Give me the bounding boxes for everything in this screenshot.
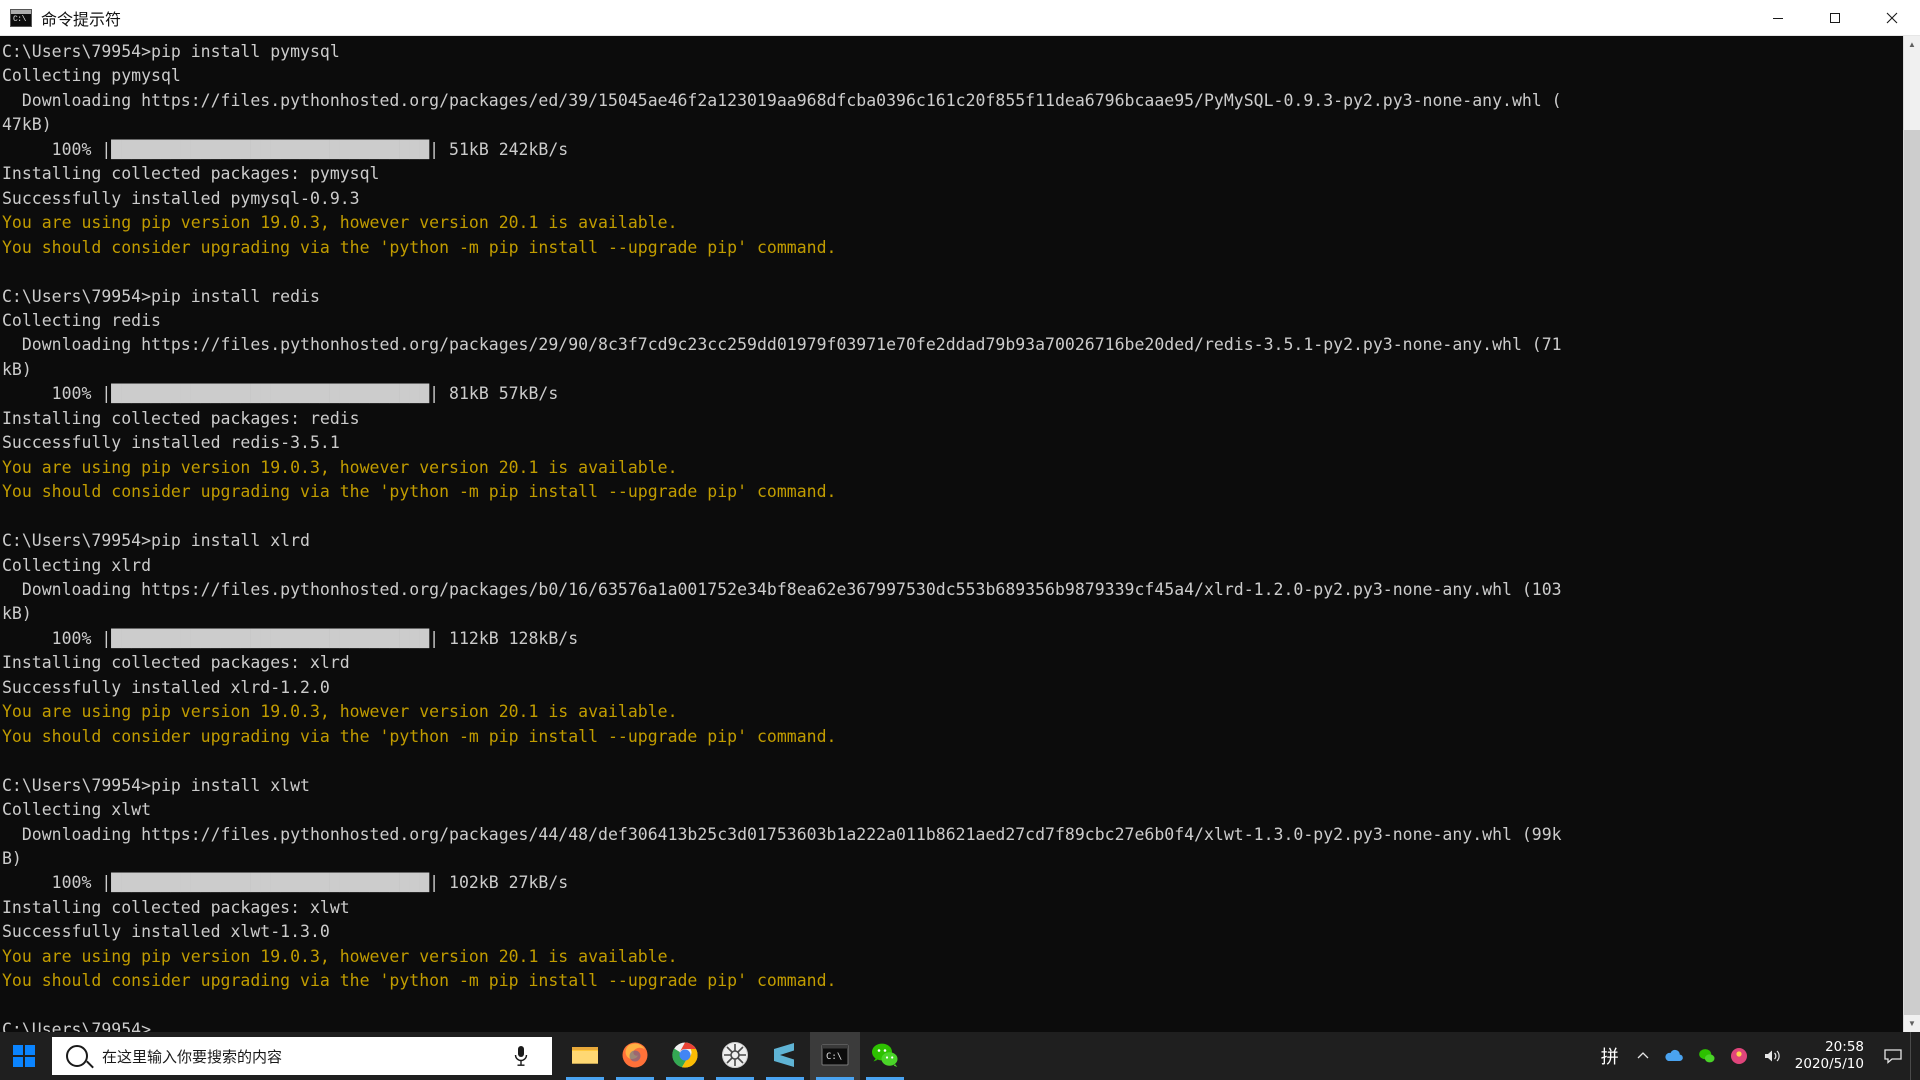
- taskbar-item-firefox[interactable]: [610, 1032, 660, 1080]
- taskbar: 在这里输入你要搜索的内容 C:\ 拼 20:58 2020/5/10: [0, 1032, 1920, 1080]
- search-input[interactable]: 在这里输入你要搜索的内容: [102, 1046, 508, 1067]
- firefox-icon: [620, 1040, 650, 1070]
- clock-time: 20:58: [1825, 1039, 1864, 1055]
- scrollbar-thumb[interactable]: [1904, 129, 1920, 1015]
- minimize-button[interactable]: [1749, 0, 1806, 36]
- console-line: Installing collected packages: xlwt: [2, 897, 350, 917]
- taskbar-item-chrome[interactable]: [660, 1032, 710, 1080]
- console-line: Downloading https://files.pythonhosted.o…: [2, 335, 1562, 355]
- console-line: You should consider upgrading via the 'p…: [2, 726, 837, 746]
- search-icon: [66, 1045, 88, 1067]
- show-desktop-button[interactable]: [1910, 1032, 1920, 1080]
- scroll-down-arrow[interactable]: ▼: [1904, 1015, 1920, 1032]
- console-line: Successfully installed redis-3.5.1: [2, 433, 340, 453]
- onedrive-icon[interactable]: [1657, 1032, 1691, 1080]
- console-line: Successfully installed xlwt-1.3.0: [2, 922, 330, 942]
- console-line: Collecting redis: [2, 310, 161, 330]
- console-line: Installing collected packages: redis: [2, 408, 360, 428]
- title-bar[interactable]: C:\ 命令提示符: [0, 0, 1920, 36]
- console-text: C:\Users\79954>pip install pymysql Colle…: [2, 40, 1903, 1032]
- taskbar-item-file-explorer[interactable]: [560, 1032, 610, 1080]
- taskbar-search-box[interactable]: 在这里输入你要搜索的内容: [52, 1037, 552, 1075]
- start-button[interactable]: [0, 1032, 48, 1080]
- system-tray: 拼 20:58 2020/5/10: [1591, 1032, 1920, 1080]
- console-line: Installing collected packages: pymysql: [2, 164, 380, 184]
- svg-text:C:\: C:\: [826, 1052, 842, 1062]
- console-line: kB): [2, 604, 32, 624]
- scrollbar-track[interactable]: [1904, 53, 1920, 1015]
- console-scrollbar[interactable]: ▲ ▼: [1903, 36, 1920, 1032]
- command-prompt-window: C:\ 命令提示符 C:\Users\79954>pip install pym…: [0, 0, 1920, 1080]
- maximize-button[interactable]: [1806, 0, 1863, 36]
- taskbar-pinned-apps: C:\: [560, 1032, 910, 1080]
- scroll-up-arrow[interactable]: ▲: [1904, 36, 1920, 53]
- microphone-icon[interactable]: [508, 1044, 534, 1068]
- ime-indicator[interactable]: 拼: [1591, 1043, 1629, 1069]
- notifications-icon[interactable]: [1876, 1032, 1910, 1080]
- console-line: kB): [2, 359, 32, 379]
- console-line: You are using pip version 19.0.3, howeve…: [2, 946, 678, 966]
- console-line: Installing collected packages: xlrd: [2, 653, 350, 673]
- volume-icon[interactable]: [1755, 1032, 1789, 1080]
- console-line: You should consider upgrading via the 'p…: [2, 482, 837, 502]
- console-line: You should consider upgrading via the 'p…: [2, 971, 837, 991]
- console-line: B): [2, 848, 22, 868]
- taskbar-item-anaconda-navigator[interactable]: [710, 1032, 760, 1080]
- chrome-icon: [670, 1040, 700, 1070]
- taskbar-item-command-prompt[interactable]: C:\: [810, 1032, 860, 1080]
- wechat-tray-icon[interactable]: [1691, 1032, 1723, 1080]
- anaconda-navigator-icon: [720, 1040, 750, 1070]
- taskbar-item-wechat[interactable]: [860, 1032, 910, 1080]
- console-line: 100% |████████████████████████████████| …: [2, 384, 559, 404]
- console-line: C:\Users\79954>pip install redis: [2, 286, 320, 306]
- console-line: Downloading https://files.pythonhosted.o…: [2, 824, 1562, 844]
- taskbar-clock[interactable]: 20:58 2020/5/10: [1789, 1039, 1876, 1073]
- cmd-icon: C:\: [10, 8, 32, 27]
- clock-date: 2020/5/10: [1794, 1056, 1864, 1072]
- console-line: You should consider upgrading via the 'p…: [2, 237, 837, 257]
- console-line: C:\Users\79954>pip install xlrd: [2, 531, 310, 551]
- console-line: Successfully installed pymysql-0.9.3: [2, 188, 360, 208]
- console-line: C:\Users\79954>_: [2, 1020, 161, 1032]
- window-controls: [1749, 0, 1920, 36]
- windows-logo-icon: [13, 1045, 35, 1067]
- console-line: Downloading https://files.pythonhosted.o…: [2, 90, 1562, 110]
- console-area: C:\Users\79954>pip install pymysql Colle…: [0, 36, 1920, 1032]
- title-bar-left: C:\ 命令提示符: [0, 6, 1749, 30]
- sublime-text-icon: [770, 1040, 800, 1070]
- window-title: 命令提示符: [41, 9, 122, 29]
- console-line: Successfully installed xlrd-1.2.0: [2, 677, 330, 697]
- command-prompt-icon: C:\: [820, 1040, 850, 1070]
- tray-app-icon[interactable]: [1723, 1032, 1755, 1080]
- console-line: 100% |████████████████████████████████| …: [2, 628, 579, 648]
- console-line: 47kB): [2, 115, 52, 135]
- tray-chevron-up-icon[interactable]: [1629, 1032, 1657, 1080]
- console-output[interactable]: C:\Users\79954>pip install pymysql Colle…: [0, 36, 1903, 1032]
- console-line: 100% |████████████████████████████████| …: [2, 139, 569, 159]
- console-line: C:\Users\79954>pip install xlwt: [2, 775, 310, 795]
- console-line: Collecting pymysql: [2, 66, 181, 86]
- console-line: You are using pip version 19.0.3, howeve…: [2, 213, 678, 233]
- taskbar-item-sublime-text[interactable]: [760, 1032, 810, 1080]
- console-line: 100% |████████████████████████████████| …: [2, 873, 569, 893]
- console-line: C:\Users\79954>pip install pymysql: [2, 42, 340, 61]
- console-line: Collecting xlrd: [2, 555, 152, 575]
- console-line: You are using pip version 19.0.3, howeve…: [2, 702, 678, 722]
- console-line: Downloading https://files.pythonhosted.o…: [2, 579, 1562, 599]
- file-explorer-icon: [570, 1040, 600, 1070]
- wechat-icon: [870, 1040, 900, 1070]
- close-button[interactable]: [1863, 0, 1920, 36]
- console-line: Collecting xlwt: [2, 800, 152, 820]
- console-line: You are using pip version 19.0.3, howeve…: [2, 457, 678, 477]
